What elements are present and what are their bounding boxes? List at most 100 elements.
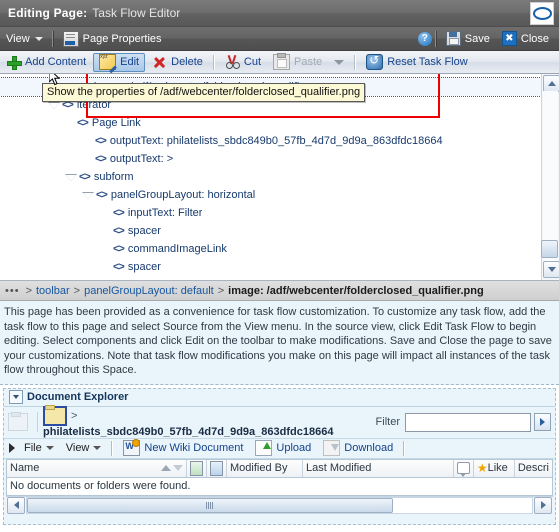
reset-arrow-icon	[366, 53, 384, 70]
component-tag-icon: <>	[113, 207, 125, 219]
tree-node-label: outputText: >	[109, 153, 174, 165]
column-label: Last Modified	[305, 462, 372, 474]
clipboard-icon	[273, 53, 291, 70]
oracle-logo-icon	[530, 2, 554, 25]
collapse-chevron-icon[interactable]	[9, 390, 23, 404]
view-menu-label: View	[6, 32, 30, 45]
tree-vertical-scrollbar[interactable]	[541, 74, 559, 280]
add-content-label: Add Content	[25, 56, 87, 68]
tree-node-label: subform	[93, 171, 134, 183]
column-header-lock-status[interactable]	[207, 459, 227, 477]
paste-dropdown-button[interactable]	[329, 53, 349, 71]
help-icon[interactable]: ?	[417, 31, 432, 46]
current-folder-label: philatelists_sbdc849b0_57fb_4d7d_9d9a_86…	[43, 426, 334, 438]
component-tree-panel: <> image: /adf/webcenter/folderclosed_qu…	[0, 74, 559, 281]
chevron-down-icon	[45, 446, 54, 450]
component-tag-icon: <>	[113, 243, 125, 255]
tree-expand-toggle[interactable]	[81, 189, 94, 202]
star-icon: ★	[476, 461, 488, 475]
scroll-up-button[interactable]	[543, 75, 559, 92]
breadcrumb-link-toolbar[interactable]: toolbar	[36, 285, 70, 297]
page-properties-button[interactable]: Page Properties	[57, 27, 168, 50]
column-header-like[interactable]: ★ Like	[474, 459, 515, 477]
component-tag-icon: <>	[95, 153, 107, 165]
scrollbar-track[interactable]	[543, 91, 558, 263]
reset-task-flow-button[interactable]: Reset Task Flow	[361, 53, 473, 71]
tooltip: Show the properties of /adf/webcenter/fo…	[42, 83, 366, 102]
tree-node-spacer-2[interactable]: <> spacer	[0, 258, 541, 276]
column-header-modified-by[interactable]: Modified By	[227, 459, 303, 477]
sort-ascending-icon[interactable]	[160, 465, 171, 471]
scroll-down-button[interactable]	[543, 261, 559, 278]
tree-node-label: outputText: philatelists_sbdc849b0_57fb_…	[109, 135, 443, 147]
hscroll-thumb[interactable]	[27, 497, 393, 513]
folder-icon[interactable]	[43, 405, 67, 426]
tree-node-panelgrouplayout[interactable]: <> panelGroupLayout: horizontal	[0, 186, 541, 204]
new-wiki-document-label: New Wiki Document	[144, 442, 244, 454]
lock-status-icon	[209, 460, 223, 476]
cut-label: Cut	[243, 56, 262, 68]
component-tag-icon: <>	[77, 117, 89, 129]
tree-expand-toggle[interactable]	[64, 171, 77, 184]
tree-node-spacer-1[interactable]: <> spacer	[0, 222, 541, 240]
documents-horizontal-scrollbar[interactable]	[6, 495, 553, 514]
column-header-name[interactable]: Name	[7, 459, 187, 477]
tree-node-label: Page Link	[91, 117, 141, 129]
scroll-right-button[interactable]	[534, 496, 552, 514]
view-menu-docs[interactable]: View	[61, 439, 107, 457]
tree-node-inputtext-filter[interactable]: <> inputText: Filter	[0, 204, 541, 222]
nav-divider	[37, 412, 38, 432]
hscroll-track[interactable]	[26, 496, 533, 514]
upload-label: Upload	[276, 442, 312, 454]
path-separator: >	[71, 410, 78, 422]
column-header-comments[interactable]	[454, 459, 474, 477]
menu-divider	[51, 30, 54, 47]
document-explorer-navigation: > philatelists_sbdc849b0_57fb_4d7d_9d9a_…	[4, 405, 555, 438]
scissors-icon	[225, 55, 240, 69]
scrollbar-thumb[interactable]	[541, 240, 558, 258]
cut-button[interactable]: Cut	[220, 53, 266, 71]
close-button[interactable]: ✖ Close	[496, 31, 555, 46]
view-menu[interactable]: View	[0, 27, 49, 50]
comment-icon	[456, 462, 470, 477]
edit-button[interactable]: Edit	[93, 52, 146, 72]
up-one-folder-icon[interactable]	[8, 412, 28, 431]
column-header-description[interactable]: Descri	[515, 460, 552, 477]
paste-label: Paste	[294, 56, 323, 68]
breadcrumb-ellipsis[interactable]: •••	[5, 285, 20, 297]
page-title: Task Flow Editor	[92, 6, 181, 20]
table-empty-message: No documents or folders were found.	[7, 477, 552, 495]
menu-right-group: ? Save ✖ Close	[417, 30, 559, 47]
column-header-download-status[interactable]	[187, 459, 207, 477]
tree-node-label: commandImageLink	[127, 243, 227, 255]
file-menu[interactable]: File	[19, 439, 59, 457]
new-wiki-document-button[interactable]: New Wiki Document	[118, 439, 248, 457]
breadcrumb-separator: >	[217, 284, 225, 297]
save-button[interactable]: Save	[440, 31, 496, 46]
download-icon	[323, 440, 341, 456]
component-tree: <> image: /adf/webcenter/folderclosed_qu…	[0, 74, 542, 280]
download-button[interactable]: Download	[318, 439, 398, 457]
add-content-button[interactable]: Add Content	[1, 53, 91, 71]
tree-node-label: spacer	[127, 225, 161, 237]
tree-node-outputtext-2[interactable]: <> outputText: >	[0, 150, 541, 168]
delete-button[interactable]: Delete	[147, 53, 208, 71]
tree-node-page-link[interactable]: <> Page Link	[0, 114, 541, 132]
edit-label: Edit	[120, 56, 140, 68]
breadcrumb-link-panelgrouplayout[interactable]: panelGroupLayout: default	[84, 285, 214, 297]
filter-input[interactable]	[405, 412, 531, 432]
document-explorer-title: Document Explorer	[27, 391, 129, 403]
tree-node-subform[interactable]: <> subform	[0, 168, 541, 186]
go-arrow-icon[interactable]	[534, 413, 551, 431]
tree-node-outputtext-1[interactable]: <> outputText: philatelists_sbdc849b0_57…	[0, 132, 541, 150]
panel-collapse-icon[interactable]	[9, 443, 15, 453]
component-tag-icon: <>	[113, 225, 125, 237]
upload-button[interactable]: Upload	[250, 439, 316, 457]
scroll-left-button[interactable]	[7, 496, 25, 514]
sort-descending-icon[interactable]	[172, 465, 183, 471]
menu-divider-2	[434, 30, 437, 47]
column-header-last-modified[interactable]: Last Modified	[303, 459, 454, 477]
tree-node-commandimagelink[interactable]: <> commandImageLink	[0, 240, 541, 258]
paste-button[interactable]: Paste	[268, 53, 327, 71]
tree-node-label: spacer	[127, 261, 161, 273]
